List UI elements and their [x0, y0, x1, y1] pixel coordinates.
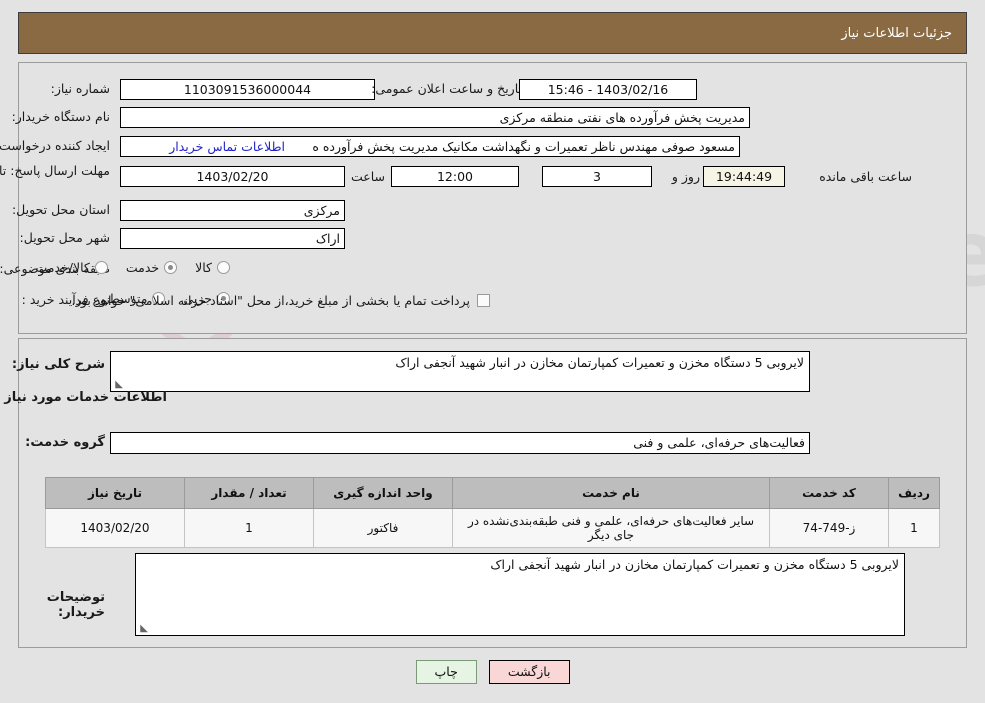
- services-section-title: اطلاعات خدمات مورد نیاز: [4, 390, 167, 405]
- buyer-notes-label: توضیحات خریدار:: [46, 590, 105, 620]
- remaining-days-field[interactable]: 3: [542, 166, 652, 187]
- remaining-clock-field: 19:44:49: [703, 166, 785, 187]
- deadline-label: مهلت ارسال پاسخ: تا تاریخ:: [0, 163, 110, 178]
- category-radio-group: کالا خدمت کالا/خدمت: [17, 260, 230, 275]
- back-button[interactable]: بازگشت: [488, 660, 570, 684]
- cell-radif: 1: [888, 508, 940, 548]
- need-number-label-row: شماره نیاز:: [51, 81, 110, 96]
- print-button[interactable]: چاپ: [415, 660, 477, 684]
- city-field[interactable]: اراک: [120, 228, 345, 249]
- city-label: شهر محل تحویل:: [19, 230, 110, 245]
- col-name: نام خدمت: [452, 477, 770, 509]
- buyer-contact-link[interactable]: اطلاعات تماس خریدار: [169, 139, 285, 154]
- col-qty: تعداد / مقدار: [184, 477, 314, 509]
- announce-label: تاریخ و ساعت اعلان عمومی:: [371, 81, 522, 96]
- treasury-checkbox-label: پرداخت تمام یا بخشی از مبلغ خرید،از محل …: [71, 293, 470, 308]
- table-row[interactable]: 1 ز-749-74 سایر فعالیت‌های حرفه‌ای، علمی…: [45, 508, 940, 548]
- city-label-row: شهر محل تحویل:: [20, 230, 110, 245]
- radio-button-khedmat[interactable]: [164, 261, 178, 274]
- table-header-row: ردیف کد خدمت نام خدمت واحد اندازه گیری ت…: [45, 477, 940, 509]
- cell-unit: فاکتور: [313, 508, 453, 548]
- service-group-field[interactable]: فعالیت‌های حرفه‌ای، علمی و فنی: [110, 432, 810, 454]
- cell-name: سایر فعالیت‌های حرفه‌ای، علمی و فنی طبقه…: [452, 508, 770, 548]
- buyer-org-field[interactable]: مدیریت پخش فرآورده های نفتی منطقه مرکزی: [120, 107, 750, 128]
- need-number-label: شماره نیاز:: [50, 81, 110, 96]
- buyer-notes-textarea[interactable]: لایروبی 5 دستگاه مخزن و تعمیرات کمپارتما…: [135, 553, 905, 636]
- deadline-time-field[interactable]: 12:00: [391, 166, 519, 187]
- announce-label-row: تاریخ و ساعت اعلان عمومی:: [371, 81, 522, 96]
- general-desc-text: لایروبی 5 دستگاه مخزن و تعمیرات کمپارتما…: [395, 355, 804, 370]
- col-code: کد خدمت: [769, 477, 889, 509]
- remaining-suffix-label: ساعت باقی مانده: [819, 169, 912, 184]
- need-number-field[interactable]: 1103091536000044: [120, 79, 375, 100]
- page-header: جزئیات اطلاعات نیاز: [18, 12, 967, 54]
- treasury-checkbox-row[interactable]: پرداخت تمام یا بخشی از مبلغ خرید،از محل …: [71, 293, 490, 308]
- remaining-days-label: روز و: [671, 169, 700, 184]
- province-label-row: استان محل تحویل:: [12, 202, 110, 217]
- requester-label: ایجاد کننده درخواست:: [0, 138, 110, 153]
- hour-label: ساعت: [350, 169, 385, 184]
- radio-label-khedmat: خدمت: [125, 260, 160, 275]
- general-desc-label: شرح کلی نیاز:: [11, 357, 105, 372]
- radio-button-kala-khedmat[interactable]: [94, 261, 108, 274]
- radio-button-kala[interactable]: [217, 261, 230, 274]
- page-root: AriaTender.net AriaTender جزئیات اطلاعات…: [0, 0, 985, 703]
- col-date: تاریخ نیاز: [45, 477, 185, 509]
- page-title: جزئیات اطلاعات نیاز: [841, 25, 952, 41]
- general-desc-textarea[interactable]: لایروبی 5 دستگاه مخزن و تعمیرات کمپارتما…: [110, 351, 810, 392]
- buyer-org-label: نام دستگاه خریدار:: [11, 109, 110, 124]
- service-group-label: گروه خدمت:: [25, 435, 105, 450]
- province-label: استان محل تحویل:: [11, 202, 110, 217]
- col-radif: ردیف: [888, 477, 940, 509]
- action-buttons: بازگشت چاپ: [0, 660, 985, 684]
- services-table-wrapper: ردیف کد خدمت نام خدمت واحد اندازه گیری ت…: [45, 477, 940, 548]
- resize-grip-icon-notes[interactable]: ◣: [138, 624, 148, 634]
- radio-label-kala-khedmat: کالا/خدمت: [35, 260, 90, 275]
- province-field[interactable]: مرکزی: [120, 200, 345, 221]
- header-bar: جزئیات اطلاعات نیاز: [18, 12, 967, 54]
- announce-datetime-field[interactable]: 1403/02/16 - 15:46: [519, 79, 697, 100]
- col-unit: واحد اندازه گیری: [313, 477, 453, 509]
- cell-qty: 1: [184, 508, 314, 548]
- buyer-notes-text: لایروبی 5 دستگاه مخزن و تعمیرات کمپارتما…: [490, 557, 899, 572]
- requester-label-row: ایجاد کننده درخواست:: [0, 138, 110, 153]
- deadline-label-row: مهلت ارسال پاسخ: تا تاریخ:: [0, 163, 110, 179]
- buyer-org-label-row: نام دستگاه خریدار:: [12, 109, 110, 124]
- cell-date: 1403/02/20: [45, 508, 185, 548]
- deadline-date-field[interactable]: 1403/02/20: [120, 166, 345, 187]
- cell-code: ز-749-74: [769, 508, 889, 548]
- services-table: ردیف کد خدمت نام خدمت واحد اندازه گیری ت…: [45, 477, 940, 548]
- radio-category-khedmat[interactable]: خدمت: [125, 260, 178, 275]
- radio-category-kala-khedmat[interactable]: کالا/خدمت: [35, 260, 108, 275]
- radio-category-kala[interactable]: کالا: [195, 260, 230, 275]
- resize-grip-icon[interactable]: ◣: [113, 380, 123, 390]
- radio-label-kala: کالا: [195, 260, 212, 275]
- treasury-checkbox[interactable]: [477, 294, 490, 307]
